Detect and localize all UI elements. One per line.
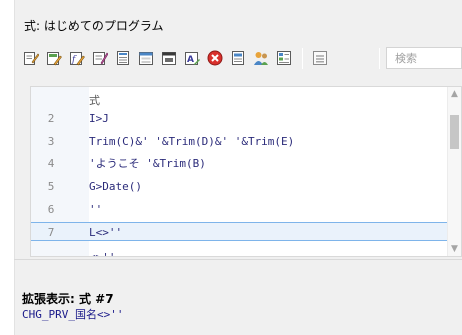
error-icon[interactable]	[207, 50, 223, 66]
line-number: 3	[47, 135, 55, 148]
editor-column-header: 式	[31, 91, 449, 110]
expression-line[interactable]: 3 Trim(C)&' '&Trim(D)&' '&Trim(E)	[31, 132, 449, 151]
expression-line[interactable]: 4 'ようこそ '&Trim(B)	[31, 154, 449, 173]
window-title: 式: はじめてのプログラム	[24, 19, 164, 33]
panel-divider	[14, 259, 462, 260]
properties-icon[interactable]	[92, 50, 109, 66]
expression-code[interactable]: L<>''	[89, 223, 122, 242]
line-number: 7	[47, 226, 55, 239]
expression-line[interactable]: 5 G>Date()	[31, 177, 449, 196]
vertical-scrollbar[interactable]: ▲ ▼	[447, 87, 461, 256]
table-icon[interactable]	[115, 50, 131, 66]
line-number: 5	[47, 180, 55, 193]
expression-editor[interactable]: 式 2 I>J 3 Trim(C)&' '&Trim(D)&' '&Trim(E…	[30, 86, 462, 257]
expression-column-header: 式	[89, 94, 100, 107]
scroll-down-icon[interactable]: ▼	[448, 242, 461, 256]
expression-line-selected[interactable]: 7 L<>''	[31, 222, 449, 241]
report-icon[interactable]	[161, 50, 177, 66]
expression-line[interactable]: 2 I>J	[31, 109, 449, 128]
scrollbar-thumb[interactable]	[450, 115, 459, 149]
scroll-up-icon[interactable]: ▲	[448, 87, 461, 101]
expression-code[interactable]: <>''	[89, 248, 116, 256]
expression-code[interactable]: 'ようこそ '&Trim(B)	[89, 154, 206, 173]
line-number: 4	[47, 157, 55, 170]
expanded-view-label: 拡張表示: 式 #7	[22, 292, 114, 306]
fields-icon[interactable]	[46, 50, 62, 66]
expanded-view-value: CHG_PRV_国名<>''	[22, 308, 124, 321]
expression-code[interactable]: ''	[89, 200, 102, 219]
toolbar-separator	[302, 48, 303, 69]
search-input[interactable]	[386, 47, 462, 69]
list-icon[interactable]	[276, 50, 292, 66]
expression-code[interactable]: I>J	[89, 109, 109, 128]
svg-text:A: A	[187, 55, 194, 65]
document-icon[interactable]	[230, 50, 246, 66]
expression-line[interactable]: <>''	[31, 248, 449, 256]
variable-icon[interactable]: A	[184, 50, 200, 66]
toolbar: f A	[23, 46, 462, 72]
expression-code[interactable]: G>Date()	[89, 177, 142, 196]
toolbar-separator	[379, 48, 380, 69]
edit-icon[interactable]	[23, 50, 40, 66]
expression-code[interactable]: Trim(C)&' '&Trim(D)&' '&Trim(E)	[89, 132, 294, 151]
line-number: 2	[47, 112, 55, 125]
function-icon[interactable]: f	[69, 50, 85, 66]
line-number: 6	[47, 203, 55, 216]
form-icon[interactable]	[138, 50, 154, 66]
expression-line[interactable]: 6 ''	[31, 200, 449, 219]
users-icon[interactable]	[253, 50, 269, 66]
expand-icon[interactable]	[312, 50, 328, 66]
expression-panel: 式: はじめてのプログラム f A 検索 式 2 I>J 3 Trim(C)&'…	[14, 0, 462, 335]
